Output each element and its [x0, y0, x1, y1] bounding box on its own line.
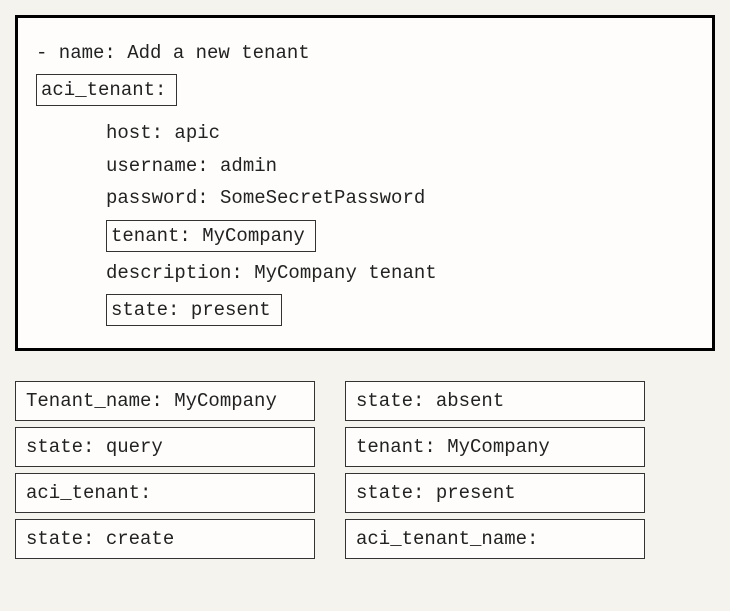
code-line-host: host: apic: [106, 118, 694, 148]
code-line-name: - name: Add a new tenant: [36, 38, 694, 68]
option-tenant-mycompany[interactable]: tenant: MyCompany: [345, 427, 645, 467]
options-area: Tenant_name: MyCompany state: query aci_…: [15, 381, 715, 559]
option-state-query[interactable]: state: query: [15, 427, 315, 467]
options-column-left: Tenant_name: MyCompany state: query aci_…: [15, 381, 315, 559]
blank-tenant-box[interactable]: tenant: MyCompany: [106, 220, 316, 252]
playbook-code-box: - name: Add a new tenant aci_tenant: hos…: [15, 15, 715, 351]
option-aci-tenant-name[interactable]: aci_tenant_name:: [345, 519, 645, 559]
blank-module-box[interactable]: aci_tenant:: [36, 74, 177, 106]
option-aci-tenant[interactable]: aci_tenant:: [15, 473, 315, 513]
option-tenant-name-mycompany[interactable]: Tenant_name: MyCompany: [15, 381, 315, 421]
option-state-absent[interactable]: state: absent: [345, 381, 645, 421]
option-state-create[interactable]: state: create: [15, 519, 315, 559]
code-line-description: description: MyCompany tenant: [106, 258, 694, 288]
code-line-password: password: SomeSecretPassword: [106, 183, 694, 213]
blank-state-box[interactable]: state: present: [106, 294, 282, 326]
option-state-present[interactable]: state: present: [345, 473, 645, 513]
code-line-username: username: admin: [106, 151, 694, 181]
options-column-right: state: absent tenant: MyCompany state: p…: [345, 381, 645, 559]
